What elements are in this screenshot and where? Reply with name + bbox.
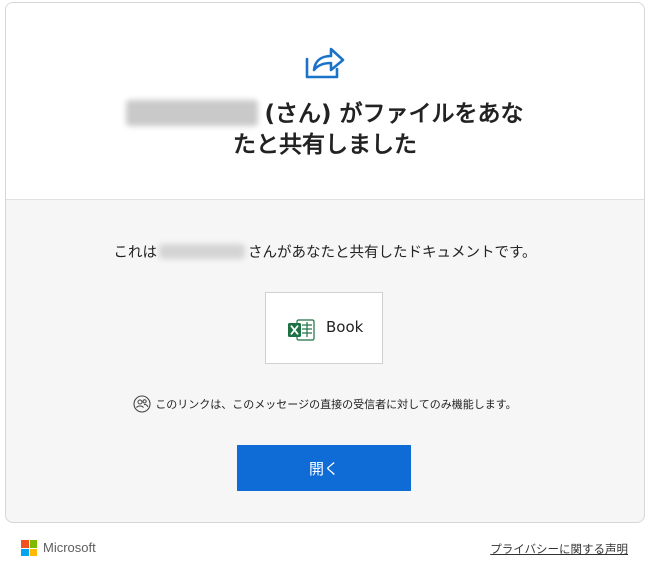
notice-text: このリンクは、このメッセージの直接の受信者に対してのみ機能します。 — [155, 398, 517, 411]
title-line-1: (さん) がファイルをあな — [6, 99, 644, 130]
redacted-sender-name-inline — [158, 244, 245, 259]
privacy-statement-link[interactable]: プライバシーに関する声明 — [490, 541, 628, 557]
footer: Microsoft プライバシーに関する声明 — [0, 532, 652, 562]
open-button[interactable]: 開く — [237, 445, 411, 491]
message-suffix: さんがあなたと共有したドキュメントです。 — [247, 245, 537, 261]
title-line-2: たと共有しました — [233, 132, 417, 158]
recipients-icon — [133, 394, 151, 413]
message-prefix: これは — [113, 245, 157, 261]
redacted-sender-name — [126, 99, 259, 126]
share-icon — [305, 47, 345, 79]
share-message: これは さんがあなたと共有したドキュメントです。 — [6, 241, 644, 262]
share-notification-card: (さん) がファイルをあな たと共有しました これは さんがあなたと共有したドキュ… — [5, 2, 645, 523]
file-name: Book — [326, 318, 364, 336]
page-title: (さん) がファイルをあな たと共有しました — [6, 99, 644, 161]
microsoft-logo-icon — [21, 540, 37, 556]
title-line-1-text: (さん) がファイルをあな — [264, 101, 524, 127]
file-tile[interactable]: Book — [265, 292, 383, 364]
excel-icon — [288, 319, 315, 341]
card-header-section: (さん) がファイルをあな たと共有しました — [6, 3, 644, 200]
microsoft-brand: Microsoft — [43, 540, 96, 555]
recipient-notice: このリンクは、このメッセージの直接の受信者に対してのみ機能します。 — [6, 394, 644, 413]
